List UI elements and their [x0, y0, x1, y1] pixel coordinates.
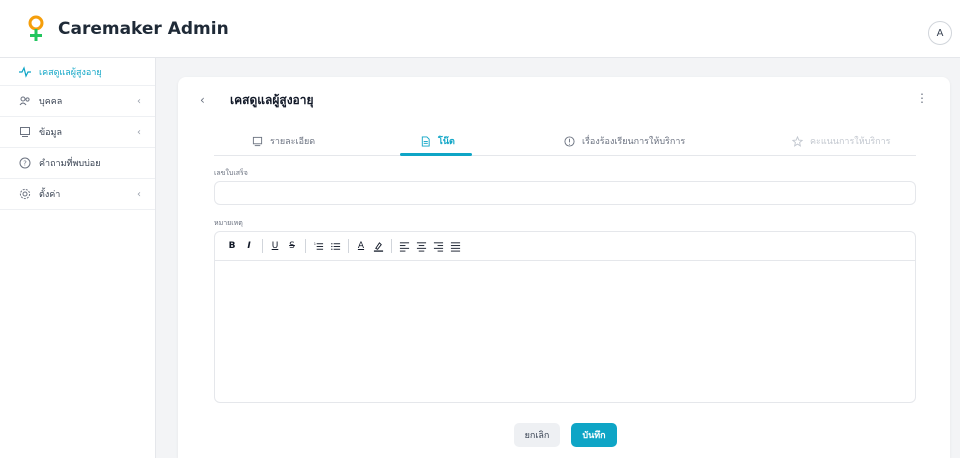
toolbar-divider [305, 239, 306, 253]
star-icon [792, 135, 803, 147]
sidebar-item-label: คำถามที่พบบ่อย [39, 159, 101, 169]
tab-complaints[interactable]: เรื่องร้องเรียนการให้บริการ [564, 126, 685, 156]
sidebar-item-elderly-care[interactable]: เคสดูแลผู้สูงอายุ [0, 58, 155, 86]
tab-label: เรื่องร้องเรียนการให้บริการ [582, 137, 686, 147]
top-bar: Caremaker Admin A [0, 0, 960, 58]
tab-notes[interactable]: โน๊ต [420, 126, 455, 156]
alert-circle-icon [564, 135, 575, 147]
note-card: ‹ เคสดูแลผู้สูงอายุ ⋮ รายละเอียด โน๊ต เร… [178, 77, 950, 458]
sidebar-item-label: ข้อมูล [39, 128, 63, 138]
monitor-icon [252, 136, 263, 147]
chevron-left-icon: ‹ [137, 95, 141, 107]
sidebar-item-data[interactable]: ข้อมูล ‹ [0, 117, 155, 148]
toolbar-divider [348, 239, 349, 253]
sidebar-item-label: ตั้งค่า [39, 190, 61, 200]
note-editor[interactable]: B I U S 1 A [214, 231, 916, 403]
chevron-left-icon: ‹ [137, 188, 141, 200]
note-label: หมายเหตุ [214, 219, 243, 227]
active-tab-indicator [400, 153, 472, 156]
justify-icon[interactable] [448, 239, 462, 253]
tab-label: รายละเอียด [270, 137, 316, 147]
align-left-icon[interactable] [397, 239, 411, 253]
sidebar-item-label: บุคคล [39, 97, 63, 107]
toolbar-divider [391, 239, 392, 253]
sidebar-item-label: เคสดูแลผู้สูงอายุ [39, 67, 102, 78]
svg-text:1: 1 [313, 242, 315, 246]
card-header: ‹ เคสดูแลผู้สูงอายุ ⋮ [178, 77, 950, 121]
svg-text:?: ? [23, 160, 27, 168]
bullet-list-icon[interactable] [328, 239, 342, 253]
back-icon[interactable]: ‹ [200, 93, 205, 107]
page-title: เคสดูแลผู้สูงอายุ [230, 93, 314, 107]
case-number-label: เลขใบเสร็จ [214, 169, 248, 177]
tab-label: คะแนนการให้บริการ [810, 137, 891, 147]
bold-icon[interactable]: B [225, 239, 239, 253]
brand-title: Caremaker Admin [58, 18, 229, 39]
gear-icon [18, 188, 31, 201]
tab-details[interactable]: รายละเอียด [252, 126, 315, 156]
underline-icon[interactable]: U [268, 239, 282, 253]
toolbar-divider [262, 239, 263, 253]
highlight-icon[interactable] [371, 239, 385, 253]
help-circle-icon: ? [18, 157, 31, 170]
file-text-icon [420, 135, 431, 147]
italic-icon[interactable]: I [242, 239, 256, 253]
tab-service-rating[interactable]: คะแนนการให้บริการ [792, 126, 891, 156]
strikethrough-icon[interactable]: S [285, 239, 299, 253]
align-center-icon[interactable] [414, 239, 428, 253]
chevron-left-icon: ‹ [137, 126, 141, 138]
sidebar-item-people[interactable]: บุคคล ‹ [0, 86, 155, 117]
sidebar: เคสดูแลผู้สูงอายุ บุคคล ‹ ข้อมูล ‹ ? คำถ… [0, 58, 156, 458]
tab-label: โน๊ต [438, 137, 455, 147]
logo-icon [28, 15, 44, 41]
tab-bar: รายละเอียด โน๊ต เรื่องร้องเรียนการให้บริ… [214, 126, 916, 156]
user-avatar[interactable]: A [928, 21, 952, 45]
activity-icon [18, 65, 31, 78]
sidebar-item-faq[interactable]: ? คำถามที่พบบ่อย [0, 148, 155, 179]
text-color-icon[interactable]: A [354, 239, 368, 253]
cancel-button[interactable]: ยกเลิก [514, 423, 560, 447]
editor-toolbar: B I U S 1 A [215, 232, 915, 261]
sidebar-item-settings[interactable]: ตั้งค่า ‹ [0, 179, 155, 210]
ordered-list-icon[interactable]: 1 [311, 239, 325, 253]
more-vertical-icon[interactable]: ⋮ [916, 91, 928, 105]
save-button[interactable]: บันทึก [571, 423, 617, 447]
case-number-input[interactable] [214, 181, 916, 205]
users-icon [18, 95, 31, 108]
align-right-icon[interactable] [431, 239, 445, 253]
monitor-icon [18, 126, 31, 139]
